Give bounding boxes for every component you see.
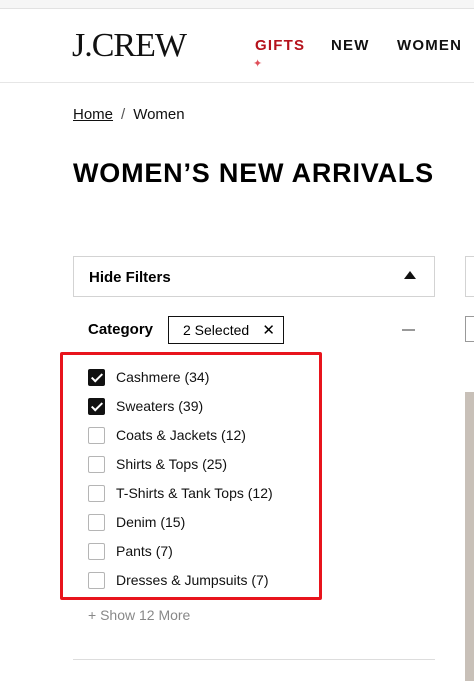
show-more-link[interactable]: + Show 12 More bbox=[88, 607, 190, 623]
breadcrumb-current: Women bbox=[133, 106, 185, 123]
checkbox[interactable] bbox=[88, 572, 105, 589]
checkbox[interactable] bbox=[88, 427, 105, 444]
category-option-label: Shirts & Tops (25) bbox=[116, 456, 228, 472]
highlight-box bbox=[60, 352, 322, 600]
hide-filters-button[interactable]: Hide Filters bbox=[73, 256, 435, 297]
sort-dropdown-edge[interactable] bbox=[465, 256, 474, 297]
checkbox[interactable] bbox=[88, 514, 105, 531]
category-option-label: T-Shirts & Tank Tops (12) bbox=[116, 485, 273, 501]
selected-filter-chip[interactable]: 2 Selected ✕ bbox=[168, 316, 284, 344]
checkbox[interactable] bbox=[88, 456, 105, 473]
nav-women[interactable]: WOMEN bbox=[397, 37, 462, 54]
category-option-label: Dresses & Jumpsuits (7) bbox=[116, 572, 269, 588]
caret-up-icon bbox=[404, 271, 416, 279]
close-icon[interactable]: ✕ bbox=[262, 321, 275, 339]
breadcrumb-home[interactable]: Home bbox=[73, 106, 113, 123]
product-image-edge[interactable] bbox=[465, 392, 474, 681]
category-option-label: Sweaters (39) bbox=[116, 398, 204, 414]
category-option-label: Pants (7) bbox=[116, 543, 173, 559]
nav-new[interactable]: NEW bbox=[331, 37, 370, 54]
checkbox[interactable] bbox=[88, 369, 105, 386]
breadcrumb: Home / Women bbox=[73, 106, 185, 123]
breadcrumb-separator: / bbox=[121, 106, 126, 123]
collapse-minus-icon[interactable] bbox=[402, 329, 415, 331]
hide-filters-label: Hide Filters bbox=[89, 269, 171, 286]
page-title: WOMEN’S NEW ARRIVALS bbox=[73, 158, 434, 188]
checkbox[interactable] bbox=[88, 543, 105, 560]
divider bbox=[73, 659, 435, 660]
nav-gifts[interactable]: GIFTS bbox=[255, 37, 305, 54]
category-option-label: Denim (15) bbox=[116, 514, 186, 530]
selected-chip-label: 2 Selected bbox=[183, 322, 250, 338]
category-option-label: Cashmere (34) bbox=[116, 369, 210, 385]
category-heading: Category bbox=[88, 321, 154, 338]
site-header: J.CREW GIFTS ✦ NEW WOMEN bbox=[0, 9, 474, 83]
checkbox[interactable] bbox=[88, 398, 105, 415]
checkbox[interactable] bbox=[88, 485, 105, 502]
sparkle-icon: ✦ bbox=[253, 58, 263, 70]
top-strip bbox=[0, 0, 474, 9]
jcrew-logo[interactable]: J.CREW bbox=[72, 27, 187, 65]
category-option-label: Coats & Jackets (12) bbox=[116, 427, 246, 443]
secondary-control-edge[interactable] bbox=[465, 316, 474, 342]
